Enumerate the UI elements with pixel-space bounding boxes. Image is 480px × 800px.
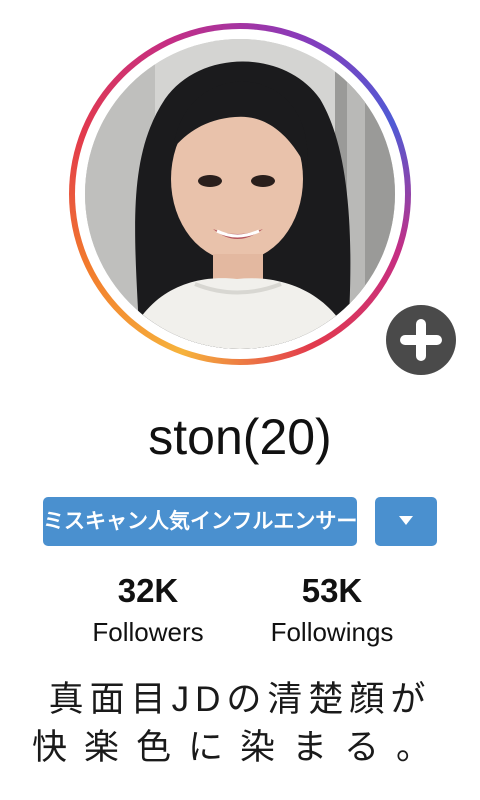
profile-photo [85,39,395,349]
tagline-line-1: 真面目JDの清楚顔が [48,680,432,719]
caret-down-icon [399,516,413,525]
add-follow-button[interactable] [381,300,461,380]
followers-label: Followers [92,617,204,647]
profile-avatar[interactable] [69,23,461,380]
tagline-line-2: 快楽色に染まる。 [31,728,448,767]
followings-count: 53K [301,572,363,609]
tag-dropdown-button[interactable] [375,497,437,546]
influencer-tag-button[interactable]: ミスキャン人気インフルエンサー [43,497,357,546]
avatar-ring-gap [75,29,405,359]
followers-count: 32K [117,572,179,609]
profile-photo-illustration [85,39,395,349]
add-follow-button-circle [386,305,456,375]
profile-username: ston(20) [148,409,332,465]
followings-stat[interactable]: 53K Followings [256,570,408,650]
followers-stat[interactable]: 32K Followers [78,570,218,650]
followings-label: Followings [270,617,394,647]
plus-icon [400,319,442,361]
